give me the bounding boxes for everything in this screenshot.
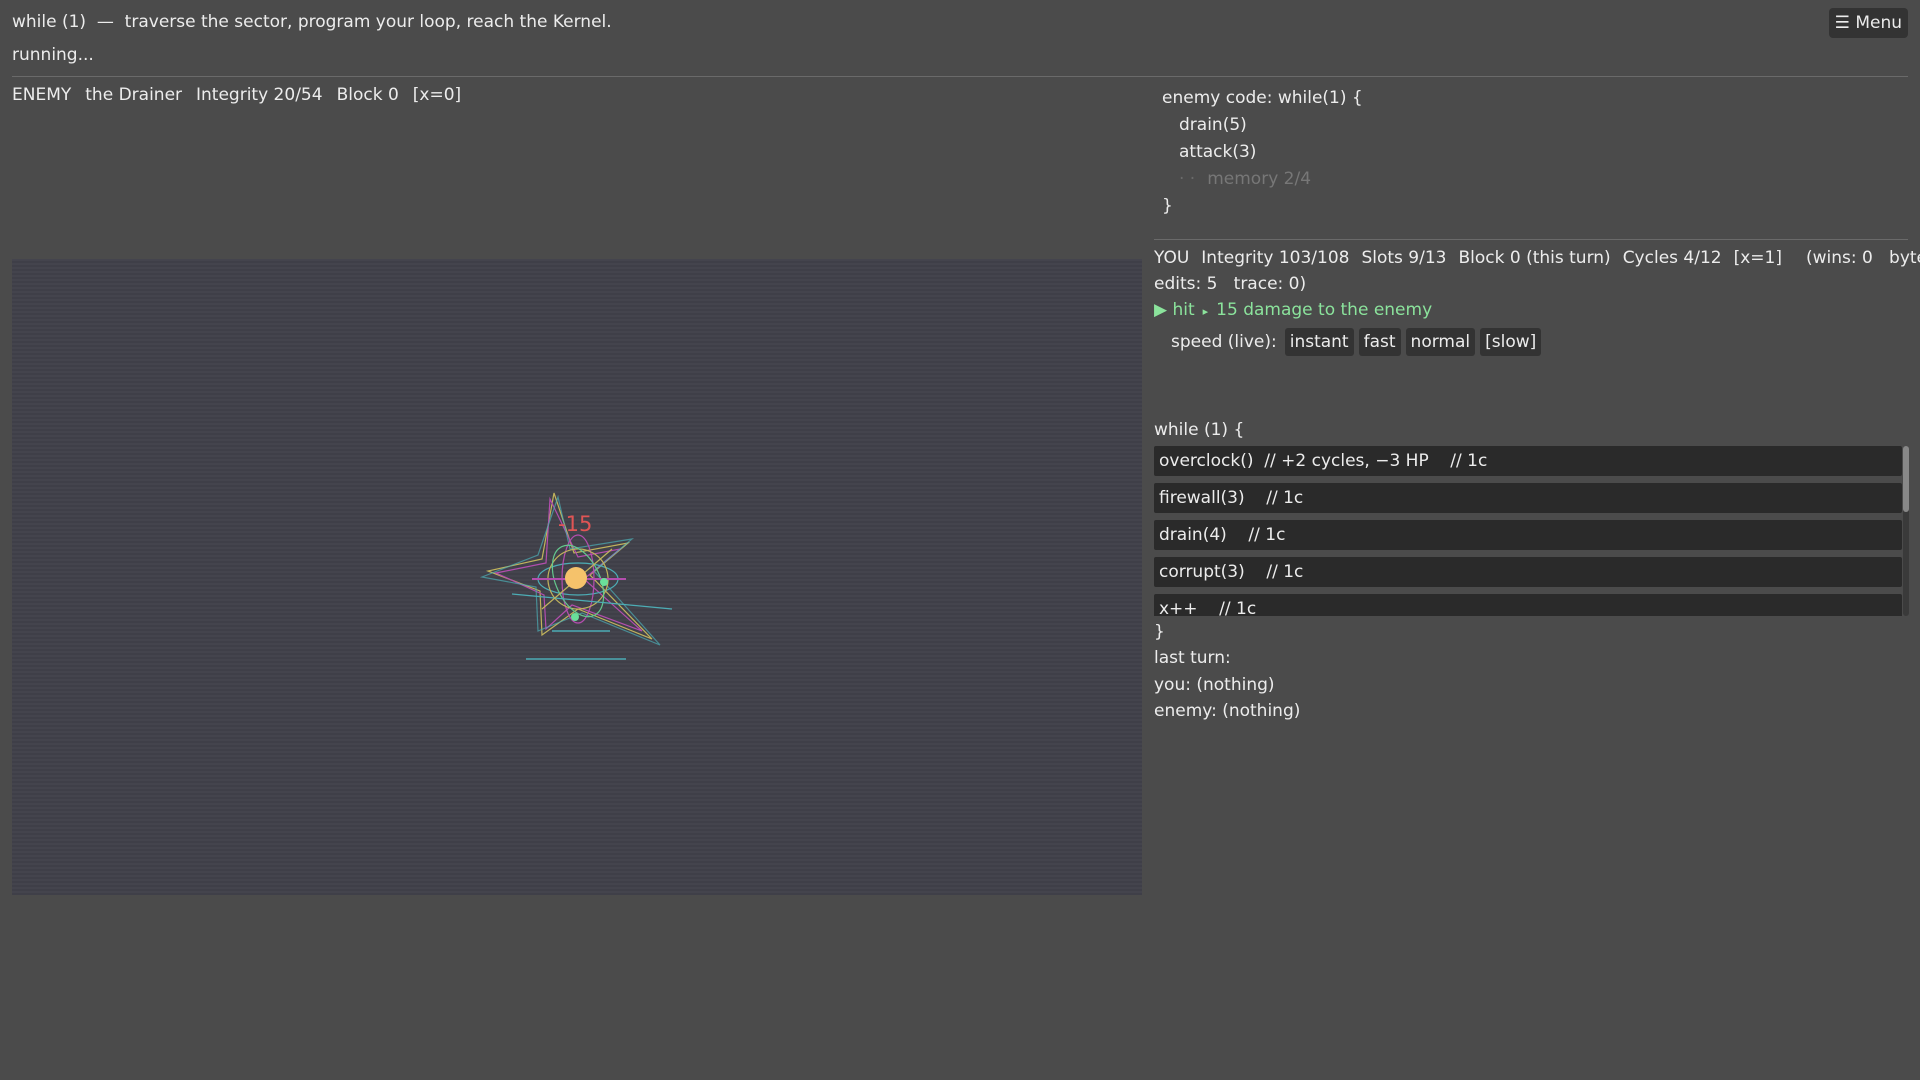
enemy-memory-slot: · · memory 2/4: [1162, 166, 1363, 193]
player-cycles: Cycles 4/12: [1622, 248, 1722, 268]
hit-separator: ▸: [1202, 305, 1209, 318]
sprite-node: [571, 613, 579, 621]
speed-instant-button[interactable]: instant: [1284, 328, 1354, 356]
hit-marker: ▶ hit: [1154, 300, 1195, 320]
drainer-sprite: -15: [479, 492, 673, 660]
sprite-spoke: [511, 593, 673, 610]
speed-label: speed (live):: [1171, 332, 1277, 352]
enemy-code-head: enemy code: while(1) {: [1162, 88, 1363, 108]
program-item-overclock[interactable]: overclock() // +2 cycles, −3 HP // 1c: [1154, 446, 1902, 476]
enemy-code-close: }: [1162, 196, 1173, 216]
speed-normal-button[interactable]: normal: [1405, 328, 1476, 356]
program-list[interactable]: overclock() // +2 cycles, −3 HP // 1c fi…: [1154, 446, 1902, 616]
program-scrollbar[interactable]: [1903, 446, 1909, 616]
panel-divider: [1154, 239, 1908, 240]
enemy-code-line: drain(5): [1179, 115, 1247, 135]
hit-text: 15 damage to the enemy: [1216, 300, 1433, 320]
enemy-code-line: attack(3): [1179, 142, 1257, 162]
damage-popup: -15: [558, 512, 592, 536]
sprite-core: [565, 567, 587, 589]
menu-button[interactable]: ☰ Menu: [1828, 8, 1908, 38]
enemy-name: the Drainer: [85, 85, 183, 105]
enemy-integrity: Integrity 20/54: [196, 85, 323, 105]
last-turn-you: you: (nothing): [1154, 675, 1275, 695]
enemy-label: ENEMY: [12, 85, 72, 105]
program-loop-close: }: [1154, 622, 1165, 642]
program-item-firewall[interactable]: firewall(3) // 1c: [1154, 483, 1902, 513]
player-label: YOU: [1154, 248, 1190, 268]
player-status-bar: YOU Integrity 103/108 Slots 9/13 Block 0 (t…: [1154, 248, 1920, 268]
enemy-code-panel: enemy code: while(1) { drain(5) attack(3…: [1162, 85, 1363, 220]
hit-log: ▶ hit ▸ 15 damage to the enemy: [1154, 300, 1432, 320]
speed-controls: speed (live): instant fast normal [slow]: [1171, 328, 1542, 356]
last-turn-enemy: enemy: (nothing): [1154, 701, 1301, 721]
player-x: [x=1]: [1733, 248, 1782, 268]
player-slots: Slots 9/13: [1361, 248, 1447, 268]
speed-fast-button[interactable]: fast: [1358, 328, 1401, 356]
last-turn-label: last turn:: [1154, 648, 1231, 668]
player-integrity: Integrity 103/108: [1201, 248, 1350, 268]
player-block: Block 0 (this turn): [1458, 248, 1611, 268]
scrollbar-thumb[interactable]: [1903, 446, 1909, 512]
memory-text: memory 2/4: [1207, 169, 1312, 189]
enemy-x: [x=0]: [412, 85, 462, 105]
program-item-drain[interactable]: drain(4) // 1c: [1154, 520, 1902, 550]
sprite-node: [600, 578, 608, 586]
memory-dots: · ·: [1179, 169, 1196, 189]
enemy-status-bar: ENEMY the Drainer Integrity 20/54 Block 0 [x…: [12, 85, 475, 105]
enemy-block: Block 0: [336, 85, 399, 105]
program-item-increment[interactable]: x++ // 1c: [1154, 594, 1902, 616]
game-title: while (1) — traverse the sector, program…: [12, 12, 612, 32]
top-divider: [12, 76, 1908, 77]
speed-slow-button[interactable]: [slow]: [1480, 328, 1542, 356]
edits-trace: edits: 5 trace: 0): [1154, 274, 1307, 294]
status-text: running...: [12, 45, 94, 65]
battle-arena: -15: [12, 259, 1142, 895]
wins-bytes: (wins: 0 bytes: 0: [1805, 248, 1920, 268]
program-item-corrupt[interactable]: corrupt(3) // 1c: [1154, 557, 1902, 587]
program-loop-head: while (1) {: [1154, 420, 1245, 440]
